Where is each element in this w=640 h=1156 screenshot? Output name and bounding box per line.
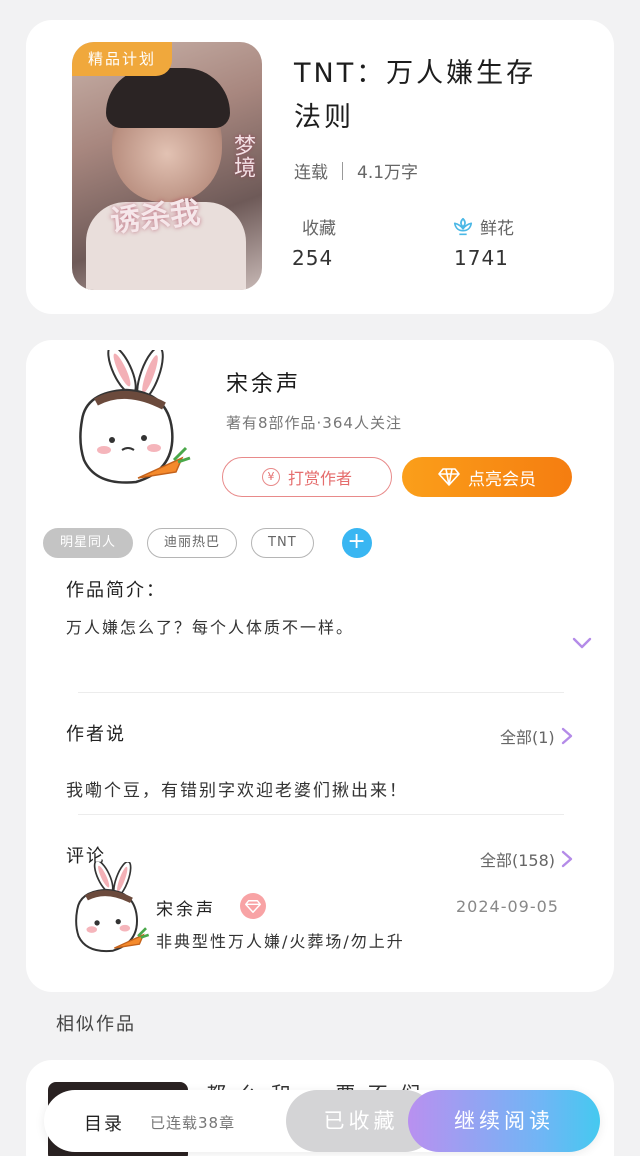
similar-works-heading: 相似作品 xyxy=(56,1014,136,1035)
flowers-count: 1741 xyxy=(454,246,509,270)
vip-button[interactable]: 点亮会员 xyxy=(402,457,572,497)
diamond-icon xyxy=(438,468,460,486)
cover-title: 诱杀我 xyxy=(108,195,202,240)
author-name[interactable]: 宋余声 xyxy=(226,366,301,398)
comments-more-link[interactable]: 全部(158) xyxy=(480,847,573,871)
book-cover[interactable]: 梦境 诱杀我 精品计划 xyxy=(72,42,262,290)
book-title: TNT：万人嫌生存法则 xyxy=(294,58,537,133)
chapter-count[interactable]: 已连载38章 xyxy=(150,1112,235,1133)
author-says-more-label: 全部(1) xyxy=(500,728,555,747)
vip-label: 点亮会员 xyxy=(468,469,536,490)
book-info-card: 梦境 诱杀我 精品计划 TNT：万人嫌生存法则 连载 4.1万字 收藏 254 … xyxy=(26,20,614,314)
bottom-action-bar: 目录 已连载38章 已收藏 继续阅读 xyxy=(44,1090,600,1152)
commenter-name[interactable]: 宋余声 xyxy=(156,895,216,920)
favorites-count: 254 xyxy=(292,246,334,270)
reward-author-label: 打赏作者 xyxy=(287,469,352,488)
meta-divider xyxy=(342,161,343,180)
cover-figure-hair xyxy=(106,68,230,128)
favorites-label: 收藏 xyxy=(302,214,336,239)
favorites-label-text: 收藏 xyxy=(302,219,336,239)
author-says-heading: 作者说 xyxy=(66,724,126,745)
flowers-stat[interactable]: 鲜花 xyxy=(452,214,514,239)
commenter-avatar[interactable] xyxy=(60,862,150,964)
tag-item[interactable]: TNT xyxy=(251,528,314,558)
premium-badge: 精品计划 xyxy=(72,42,173,76)
tag-item[interactable]: 明星同人 xyxy=(43,528,134,558)
cover-subtitle: 梦境 xyxy=(230,134,255,178)
tag-item[interactable]: 迪丽热巴 xyxy=(147,528,238,558)
intro-heading: 作品简介： xyxy=(66,580,166,601)
author-stats: 著有8部作品·364人关注 xyxy=(226,414,402,432)
chevron-right-icon xyxy=(561,850,573,868)
author-card: 宋余声 著有8部作品·364人关注 ¥ 打赏作者 点亮会员 明星同人 迪丽热巴 … xyxy=(26,340,614,992)
divider xyxy=(78,692,564,693)
flowers-label-text: 鲜花 xyxy=(480,219,514,239)
author-says-more-link[interactable]: 全部(1) xyxy=(500,724,573,748)
chevron-down-icon[interactable] xyxy=(571,632,593,654)
book-meta: 连载 4.1万字 xyxy=(294,158,418,183)
word-count: 4.1万字 xyxy=(357,163,419,183)
yen-icon: ¥ xyxy=(261,468,280,486)
tag-list: 明星同人 迪丽热巴 TNT + xyxy=(43,528,372,558)
add-tag-plus-icon[interactable]: + xyxy=(341,528,372,558)
serial-status: 连载 xyxy=(294,163,328,183)
author-note-text: 我嘞个豆，有错别字欢迎老婆们揪出来！ xyxy=(66,781,408,801)
vip-diamond-icon xyxy=(240,893,266,919)
comment-text: 非典型性万人嫌/火葬场/勿上升 xyxy=(156,932,405,951)
continue-reading-button[interactable]: 继续阅读 xyxy=(408,1090,600,1152)
intro-text: 万人嫌怎么了？每个人体质不一样。 xyxy=(66,618,355,637)
reward-author-button[interactable]: ¥ 打赏作者 xyxy=(222,457,392,497)
flower-icon xyxy=(453,217,473,235)
chevron-right-icon xyxy=(561,727,572,745)
toc-button[interactable]: 目录 xyxy=(84,1110,124,1136)
comments-more-label: 全部(158) xyxy=(480,851,556,870)
divider xyxy=(78,814,564,815)
comment-date: 2024-09-05 xyxy=(456,897,559,916)
author-avatar[interactable] xyxy=(56,350,192,500)
